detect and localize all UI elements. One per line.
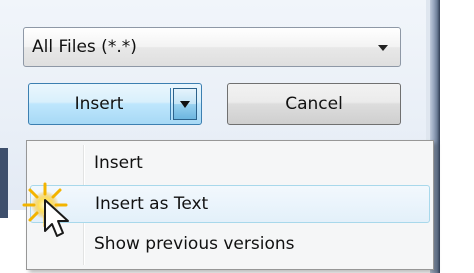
cancel-button-label: Cancel: [285, 94, 343, 114]
insert-options-dropdown-button[interactable]: [173, 88, 197, 120]
chevron-down-icon: [180, 101, 190, 108]
insert-options-menu: Insert Insert as Text Show previous vers…: [26, 140, 434, 270]
window-frame-left: [0, 148, 8, 218]
menu-item-insert[interactable]: Insert: [30, 145, 430, 183]
insert-button[interactable]: Insert: [29, 84, 169, 124]
chevron-down-icon: [378, 45, 388, 51]
menu-item-label: Insert as Text: [95, 194, 209, 214]
mouse-pointer-icon: [44, 199, 69, 237]
split-divider: [170, 88, 171, 120]
menu-item-label: Insert: [94, 153, 143, 173]
insert-button-label: Insert: [74, 94, 124, 114]
insert-split-button[interactable]: Insert: [28, 83, 202, 125]
menu-item-insert-as-text[interactable]: Insert as Text: [30, 185, 430, 223]
file-type-dropdown[interactable]: All Files (*.*): [23, 27, 401, 67]
screenshot-stage: All Files (*.*) Insert Cancel Insert Ins…: [0, 0, 474, 273]
file-type-value: All Files (*.*): [32, 37, 137, 57]
menu-item-label: Show previous versions: [94, 234, 295, 254]
cancel-button[interactable]: Cancel: [227, 83, 401, 125]
menu-item-show-previous-versions[interactable]: Show previous versions: [30, 226, 430, 264]
